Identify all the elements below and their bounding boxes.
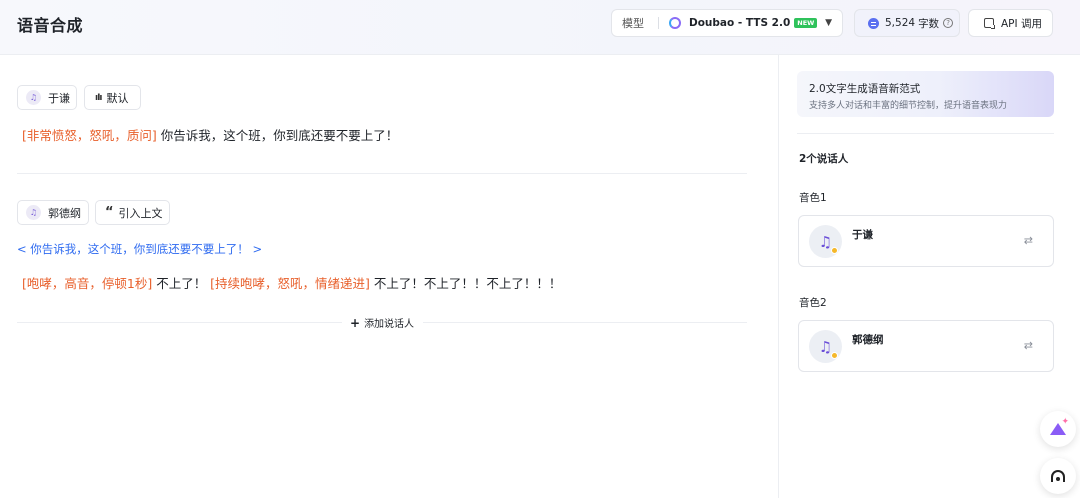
voice-card-2[interactable]: ♫ 郭德纲 ⇄ [798, 320, 1054, 372]
chevron-down-icon[interactable]: ▼ [825, 18, 832, 28]
char-count-button[interactable]: 5,524 字数 ? [854, 9, 960, 37]
promo-banner[interactable]: 2.0文字生成语音新范式 支持多人对话和丰富的细节控制，提升语音表现力 [797, 71, 1054, 117]
voice-style-label: 默认 [106, 91, 129, 105]
emotion-tag[interactable]: [非常愤怒，怒吼，质问] [22, 128, 157, 143]
divider [17, 322, 342, 323]
voice-name: 于谦 [852, 229, 873, 241]
model-label: 模型 [622, 17, 644, 30]
speaker1-line[interactable]: [非常愤怒，怒吼，质问] 你告诉我，这个班，你到底还要不要上了！ [22, 125, 398, 144]
divider [658, 17, 659, 29]
divider [797, 133, 1054, 134]
speaker2-line[interactable]: [咆哮，高音，停顿1秒] 不上了！ [持续咆哮，怒吼，情绪递进] 不上了！不上了… [22, 273, 561, 292]
speaker-name: 于谦 [48, 91, 70, 105]
speaker-name: 郭德纲 [48, 206, 81, 220]
import-context-label: 引入上文 [118, 206, 163, 220]
swap-icon[interactable]: ⇄ [1024, 339, 1033, 352]
emotion-tag[interactable]: [咆哮，高音，停顿1秒] [22, 276, 152, 291]
api-call-label: API 调用 [1001, 17, 1042, 30]
context-reference[interactable]: < 你告诉我，这个班，你到底还要不要上了！ > [17, 241, 262, 257]
headset-icon [1051, 470, 1065, 482]
badge-dot [831, 352, 838, 359]
voice-label: 音色1 [799, 192, 827, 204]
line-text: 你告诉我，这个班，你到底还要不要上了！ [160, 128, 399, 143]
promo-subtitle: 支持多人对话和丰富的细节控制，提升语音表现力 [809, 101, 1008, 111]
import-context-chip[interactable]: “ 引入上文 [95, 200, 170, 225]
model-select[interactable]: 模型 Doubao - TTS 2.0 NEW ▼ [611, 9, 843, 37]
char-count-unit: 字数 [918, 17, 940, 30]
swap-icon[interactable]: ⇄ [1024, 234, 1033, 247]
sparkle-icon: ✦ [1061, 417, 1069, 427]
doubao-logo-icon [669, 17, 681, 29]
speakers-count: 2个说话人 [799, 153, 849, 165]
add-speaker-row: + 添加说话人 [0, 315, 747, 330]
music-note-icon: ♫ [809, 330, 842, 363]
line-text: 不上了！不上了！！不上了！！！ [369, 276, 562, 291]
voice-style-chip[interactable]: ıIı 默认 [84, 85, 141, 110]
plus-icon: + [350, 316, 361, 330]
quote-icon: “ [105, 204, 114, 220]
new-badge: NEW [794, 18, 818, 28]
divider [423, 322, 747, 323]
voice-card-1[interactable]: ♫ 于谦 ⇄ [798, 215, 1054, 267]
emotion-tag[interactable]: [持续咆哮，怒吼，情绪递进] [210, 276, 370, 291]
top-bar: 语音合成 模型 Doubao - TTS 2.0 NEW ▼ 5,524 字数 … [0, 0, 1080, 55]
support-button[interactable] [1040, 458, 1076, 494]
help-icon[interactable]: ? [943, 18, 954, 28]
line-text: 不上了！ [152, 276, 211, 291]
add-speaker-button[interactable]: + 添加说话人 [350, 315, 414, 330]
model-name: Doubao - TTS 2.0 [689, 17, 791, 29]
promo-title: 2.0文字生成语音新范式 [809, 83, 921, 95]
add-speaker-label: 添加说话人 [364, 319, 415, 330]
page-title: 语音合成 [17, 16, 84, 35]
music-note-icon: ♫ [809, 225, 842, 258]
wave-icon [868, 17, 879, 29]
voice-name: 郭德纲 [852, 334, 884, 346]
voice-sidebar: 2.0文字生成语音新范式 支持多人对话和丰富的细节控制，提升语音表现力 2个说话… [778, 55, 1080, 498]
music-note-icon: ♫ [26, 90, 41, 105]
api-call-button[interactable]: API 调用 [968, 9, 1053, 37]
voice-label: 音色2 [799, 297, 827, 309]
api-icon [984, 18, 995, 29]
speaker-chip-guodegang[interactable]: ♫ 郭德纲 [17, 200, 89, 225]
speaker-chip-yuqian[interactable]: ♫ 于谦 [17, 85, 77, 110]
music-note-icon: ♫ [26, 205, 41, 220]
badge-dot [831, 247, 838, 254]
divider [17, 173, 747, 174]
ai-create-button[interactable]: ✦ [1040, 411, 1076, 447]
waveform-icon: ıIı [95, 92, 102, 103]
char-count-value: 5,524 [885, 17, 916, 29]
script-editor: ♫ 于谦 ıIı 默认 [非常愤怒，怒吼，质问] 你告诉我，这个班，你到底还要不… [0, 55, 778, 498]
